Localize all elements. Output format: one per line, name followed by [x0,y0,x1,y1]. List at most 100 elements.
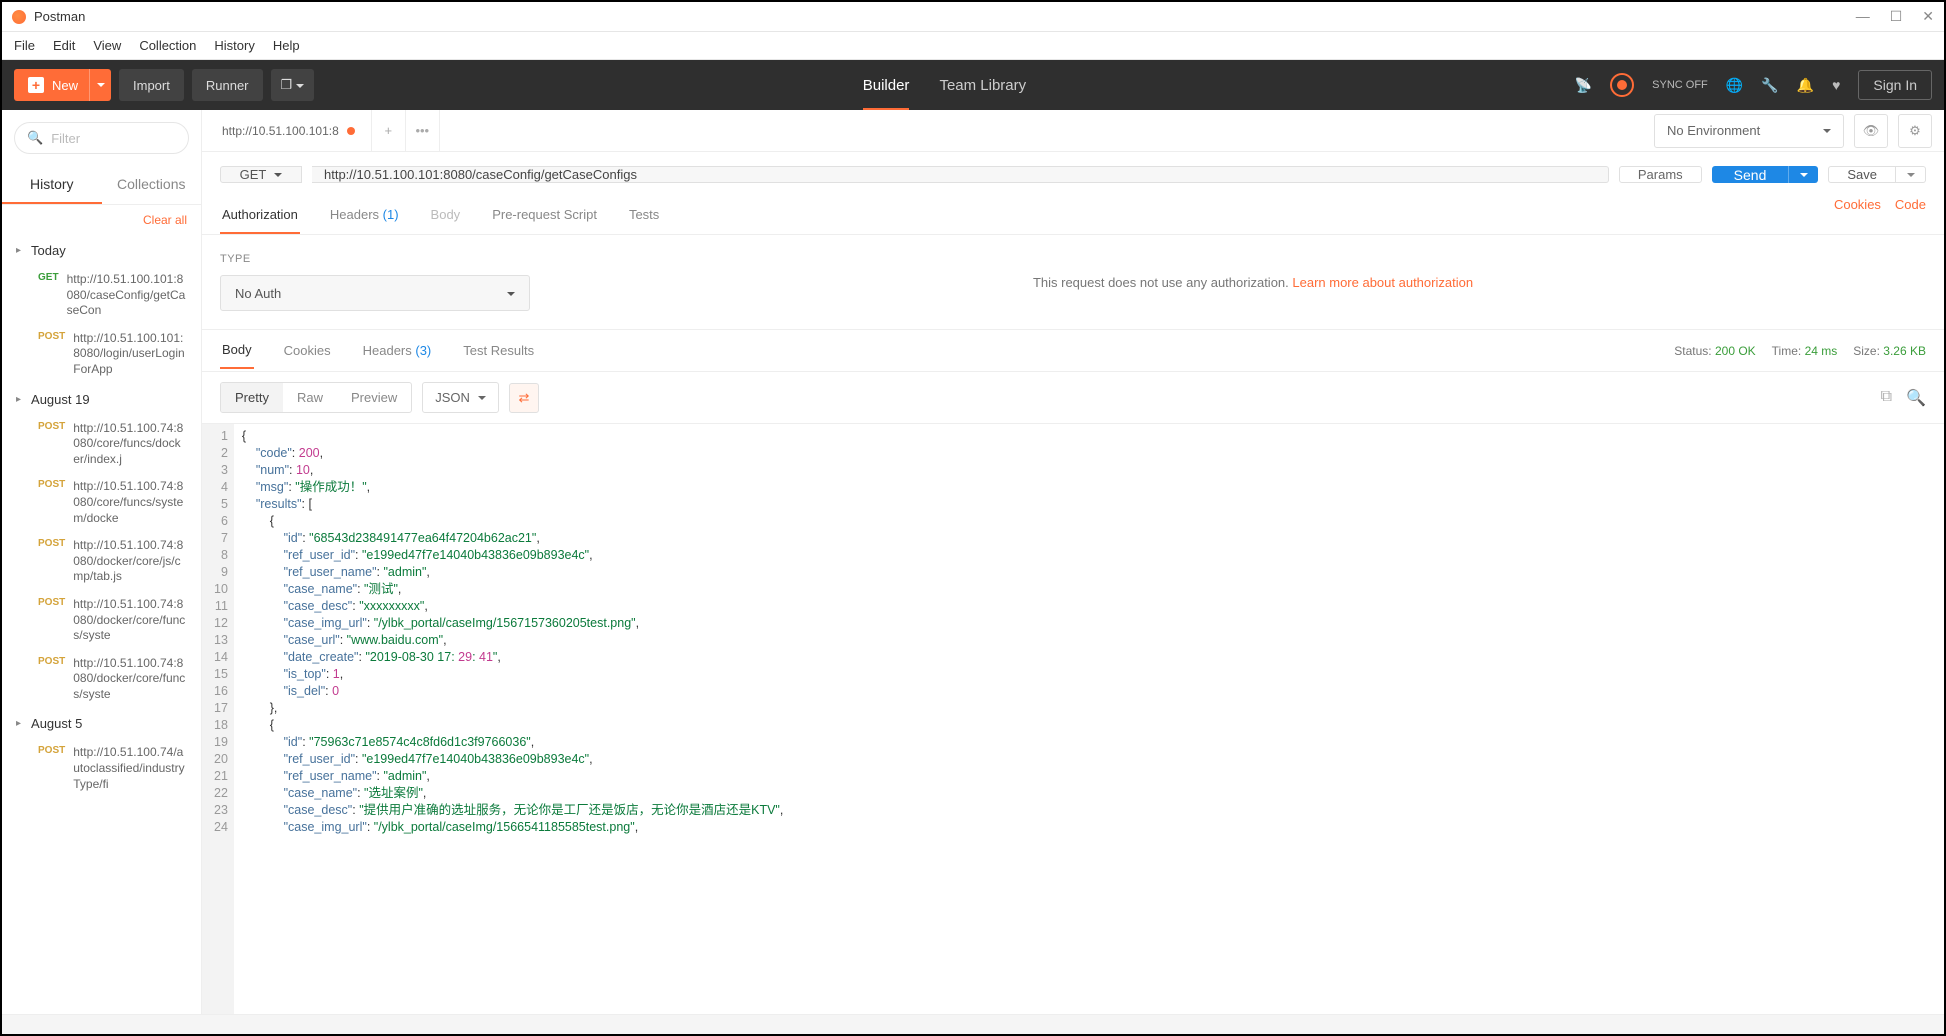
send-button[interactable]: Send [1712,166,1789,183]
search-icon: 🔍 [27,130,43,146]
window-titlebar: Postman — ☐ ✕ [2,2,1944,32]
sync-label: SYNC OFF [1652,79,1708,91]
history-url: http://10.51.100.74:8080/docker/core/fun… [73,656,187,703]
nav-team-library[interactable]: Team Library [939,77,1026,94]
reqtab-tests[interactable]: Tests [627,197,661,234]
tab-overflow-button[interactable]: ••• [406,110,440,152]
minimize-button[interactable]: — [1856,8,1870,25]
history-method: POST [38,656,65,703]
copy-icon[interactable]: ⧉ [1881,388,1892,408]
cookies-link[interactable]: Cookies [1834,197,1881,234]
auth-type-label: TYPE [220,253,540,265]
auth-learn-more-link[interactable]: Learn more about authorization [1292,275,1473,290]
url-input[interactable]: http://10.51.100.101:8080/caseConfig/get… [312,166,1609,183]
menu-history[interactable]: History [214,38,254,53]
view-mode-segment: Pretty Raw Preview [220,382,412,413]
menu-view[interactable]: View [93,38,121,53]
time-value: 24 ms [1805,344,1838,358]
history-item[interactable]: POST http://10.51.100.101:8080/login/user… [2,325,201,384]
history-item[interactable]: POST http://10.51.100.74/autoclassified/i… [2,739,201,798]
new-dropdown[interactable] [89,69,111,101]
save-button[interactable]: Save [1828,166,1896,183]
request-tabs: http://10.51.100.101:8 + ••• No Environm… [202,110,1944,152]
reqtab-body[interactable]: Body [429,197,463,234]
history-method: POST [38,538,65,585]
send-dropdown[interactable] [1788,166,1818,183]
postman-logo-icon [12,10,26,24]
history-group[interactable]: August 19 [2,384,201,415]
new-button[interactable]: +New [14,69,92,101]
filter-input[interactable]: 🔍Filter [14,122,189,154]
sidebar-tab-collections[interactable]: Collections [102,166,202,204]
code-link[interactable]: Code [1895,197,1926,234]
heart-icon[interactable]: ♥ [1832,77,1840,93]
clear-all-link[interactable]: Clear all [2,205,201,235]
history-item[interactable]: POST http://10.51.100.74:8080/docker/core… [2,650,201,709]
maximize-button[interactable]: ☐ [1890,8,1903,25]
history-method: POST [38,745,65,792]
import-button[interactable]: Import [119,69,184,101]
resptab-tests[interactable]: Test Results [461,333,536,368]
menu-edit[interactable]: Edit [53,38,75,53]
history-item[interactable]: POSThttp://10.51.100.74:8080/core/funcs/… [2,473,201,532]
bell-icon[interactable]: 🔔 [1797,77,1814,94]
menu-help[interactable]: Help [273,38,300,53]
menu-collection[interactable]: Collection [139,38,196,53]
chevron-down-icon [274,167,282,182]
resptab-body[interactable]: Body [220,332,254,369]
wrench-icon[interactable]: 🔧 [1761,77,1778,94]
new-window-button[interactable]: ❐ [271,69,315,101]
env-preview-icon[interactable]: 👁 [1854,114,1888,148]
globe-icon[interactable]: 🌐 [1726,77,1743,94]
signin-button[interactable]: Sign In [1858,70,1932,100]
satellite-icon[interactable]: 📡 [1575,77,1592,94]
format-select[interactable]: JSON [422,382,499,413]
sidebar-tab-history[interactable]: History [2,166,102,204]
runner-button[interactable]: Runner [192,69,263,101]
menu-file[interactable]: File [14,38,35,53]
auth-type-select[interactable]: No Auth [220,275,530,311]
history-group[interactable]: Today [2,235,201,266]
new-tab-button[interactable]: + [372,110,406,152]
reqtab-headers[interactable]: Headers (1) [328,197,401,234]
history-method: POST [38,421,65,468]
main-panel: http://10.51.100.101:8 + ••• No Environm… [202,110,1944,1014]
wrap-lines-icon[interactable]: ⇄ [509,383,539,413]
view-pretty[interactable]: Pretty [221,383,283,412]
status-value: 200 OK [1715,344,1756,358]
unsaved-dot-icon [347,127,355,135]
sync-badge-icon[interactable] [1610,73,1634,97]
size-value: 3.26 KB [1883,344,1926,358]
resptab-cookies[interactable]: Cookies [282,333,333,368]
reqtab-prerequest[interactable]: Pre-request Script [490,197,599,234]
close-button[interactable]: ✕ [1922,8,1934,25]
history-method: POST [38,331,65,378]
history-url: http://10.51.100.101:8080/login/userLogi… [73,331,187,378]
tab-label: http://10.51.100.101:8 [222,124,339,138]
auth-message: This request does not use any authorizat… [580,253,1926,311]
menu-bar: File Edit View Collection History Help [2,32,1944,60]
resptab-headers[interactable]: Headers (3) [361,333,434,368]
http-method-select[interactable]: GET [220,166,302,183]
nav-builder[interactable]: Builder [863,77,910,110]
history-group[interactable]: August 5 [2,708,201,739]
history-item[interactable]: POST http://10.51.100.74:8080/core/funcs/… [2,415,201,474]
history-url: http://10.51.100.74:8080/core/funcs/dock… [73,421,187,468]
history-url: http://10.51.100.74:8080/core/funcs/syst… [73,479,187,526]
save-dropdown[interactable] [1896,166,1926,183]
search-response-icon[interactable]: 🔍 [1906,388,1926,408]
environment-select[interactable]: No Environment [1654,114,1844,148]
history-item[interactable]: POSThttp://10.51.100.74:8080/docker/core… [2,532,201,591]
history-url: http://10.51.100.74/autoclassified/indus… [73,745,187,792]
history-item[interactable]: POSThttp://10.51.100.74:8080/docker/core… [2,591,201,650]
view-raw[interactable]: Raw [283,383,337,412]
response-body[interactable]: 123456789101112131415161718192021222324 … [202,424,1944,1014]
history-item[interactable]: GEThttp://10.51.100.101:8080/caseConfig/… [2,266,201,325]
env-settings-icon[interactable]: ⚙ [1898,114,1932,148]
request-tab[interactable]: http://10.51.100.101:8 [206,110,372,152]
sidebar: 🔍Filter History Collections Clear all To… [2,110,202,1014]
params-button[interactable]: Params [1619,166,1702,183]
view-preview[interactable]: Preview [337,383,411,412]
reqtab-authorization[interactable]: Authorization [220,197,300,234]
chevron-down-icon [478,390,486,405]
